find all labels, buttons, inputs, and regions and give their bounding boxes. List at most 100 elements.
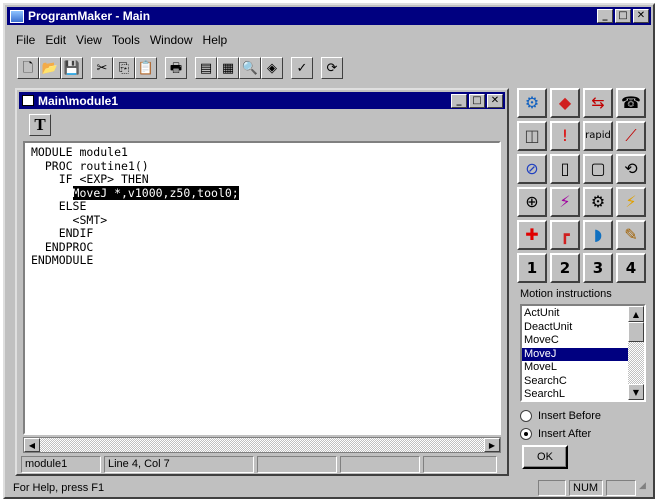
module-close-button[interactable]: ✕ (487, 94, 503, 108)
gear-lightning-icon[interactable]: ⚡ (550, 187, 580, 217)
num-2-icon[interactable]: 2 (550, 253, 580, 283)
open-folder-icon[interactable]: 📂 (39, 57, 61, 79)
module-status-bar: module1 Line 4, Col 7 (21, 456, 501, 473)
scroll-left-arrow-icon[interactable]: ◀ (24, 438, 40, 452)
radio-circle-icon (520, 410, 532, 422)
num-4-icon[interactable]: 4 (616, 253, 646, 283)
instruction-list-item[interactable]: ActUnit (522, 307, 628, 321)
code-line[interactable]: ENDIF (31, 226, 493, 241)
instruction-list-item[interactable]: SearchC (522, 375, 628, 389)
instruction-list-scrollbar[interactable]: ▲ ▼ (628, 306, 644, 400)
find-icon[interactable]: 🔍 (239, 57, 261, 79)
menu-view[interactable]: View (71, 29, 107, 51)
paste-icon[interactable]: 📋 (135, 57, 157, 79)
insert-before-radio[interactable]: Insert Before (520, 410, 601, 422)
document-icon (22, 95, 34, 106)
save-disk-icon[interactable]: 💾 (61, 57, 83, 79)
ok-button[interactable]: OK (522, 445, 568, 469)
insert-after-label: Insert After (538, 428, 592, 440)
spark-icon[interactable]: ⚡ (616, 187, 646, 217)
code-line[interactable]: ENDMODULE (31, 253, 493, 268)
horizontal-scrollbar[interactable]: ◀ ▶ (23, 437, 501, 453)
module-maximize-button[interactable]: □ (469, 94, 485, 108)
arrows-icon[interactable]: ⇆ (583, 88, 613, 118)
radio-selected-icon (520, 428, 532, 440)
gears-icon[interactable]: ⚙ (583, 187, 613, 217)
instruction-group-label: Motion instructions (520, 288, 612, 300)
instruction-list-item[interactable]: SearchL (522, 388, 628, 402)
status-cell-empty-1 (257, 456, 337, 473)
cycle-icon[interactable]: ⟲ (616, 154, 646, 184)
menu-edit[interactable]: Edit (40, 29, 71, 51)
menu-file[interactable]: File (11, 29, 40, 51)
print-icon[interactable]: 🖶 (165, 57, 187, 79)
cube-icon[interactable]: ◈ (261, 57, 283, 79)
refresh-icon[interactable]: ⟳ (321, 57, 343, 79)
graph-icon[interactable]: ⟋ (616, 121, 646, 151)
status-bar: For Help, press F1 NUM ◢ (7, 479, 651, 497)
menu-help[interactable]: Help (198, 29, 233, 51)
status-num: NUM (569, 480, 603, 496)
menu-window[interactable]: Window (145, 29, 198, 51)
instruction-list-item[interactable]: MoveL (522, 361, 628, 375)
insert-after-radio[interactable]: Insert After (520, 428, 591, 440)
maximize-button[interactable]: □ (615, 9, 631, 23)
copy-icon[interactable]: ⎘ (113, 57, 135, 79)
status-message: For Help, press F1 (13, 482, 105, 494)
resize-grip-icon[interactable]: ◢ (639, 481, 651, 495)
module-window: Main\module1 _ □ ✕ T MODULE module1 PROC… (15, 88, 509, 476)
code-line[interactable]: MoveJ *,v1000,z50,tool0; (31, 185, 493, 201)
exclamation-icon[interactable]: ! (550, 121, 580, 151)
layers-icon[interactable]: ◫ (517, 121, 547, 151)
menu-bar: File Edit View Tools Window Help (11, 29, 232, 51)
code-line[interactable]: ELSE (31, 199, 493, 214)
check-icon[interactable]: ✓ (291, 57, 313, 79)
code-editor[interactable]: MODULE module1 PROC routine1() IF <EXP> … (23, 141, 501, 435)
scroll-down-arrow-icon[interactable]: ▼ (628, 384, 644, 400)
shapes-icon[interactable]: ◆ (550, 88, 580, 118)
pencil-icon[interactable]: ✎ (616, 220, 646, 250)
scroll-thumb[interactable] (628, 322, 644, 342)
selected-code-text: MoveJ *,v1000,z50,tool0; (72, 185, 239, 200)
target-icon[interactable]: ⊕ (517, 187, 547, 217)
code-text: <SMT> (72, 212, 108, 227)
instruction-list-item[interactable]: DeactUnit (522, 321, 628, 335)
device-icon[interactable]: ▯ (550, 154, 580, 184)
instruction-list[interactable]: ActUnit DeactUnit MoveC MoveJ MoveL SearchC Se… (520, 304, 646, 402)
num-3-icon[interactable]: 3 (583, 253, 613, 283)
menu-tools[interactable]: Tools (107, 29, 145, 51)
crossed-circle-icon[interactable]: ⊘ (517, 154, 547, 184)
code-line[interactable]: <SMT> (31, 212, 493, 228)
close-button[interactable]: ✕ (633, 9, 649, 23)
new-file-icon[interactable]: 🗋 (17, 57, 39, 79)
title-bar[interactable]: ProgramMaker - Main _ □ ✕ (7, 7, 651, 25)
bracket-icon[interactable]: ▢ (583, 154, 613, 184)
module-minimize-button[interactable]: _ (451, 94, 467, 108)
module-window-title-bar[interactable]: Main\module1 _ □ ✕ (19, 92, 505, 109)
code-line[interactable]: IF <EXP> THEN (31, 172, 493, 187)
instruction-list-item[interactable]: MoveC (522, 334, 628, 348)
app-title: ProgramMaker - Main (28, 9, 151, 23)
add-cross-icon[interactable]: ✚ (517, 220, 547, 250)
phone-icon[interactable]: ☎ (616, 88, 646, 118)
scroll-right-arrow-icon[interactable]: ▶ (484, 438, 500, 452)
drill-icon[interactable]: ◗ (583, 220, 613, 250)
num-1-icon[interactable]: 1 (517, 253, 547, 283)
instruction-list-item[interactable]: MoveJ (522, 347, 628, 361)
code-line[interactable]: MODULE module1 (31, 145, 493, 160)
code-line[interactable]: ENDPROC (31, 240, 493, 255)
text-tool-button[interactable]: T (29, 114, 51, 136)
rapid-icon[interactable]: rapid (583, 121, 613, 151)
app-icon (10, 9, 24, 23)
cut-scissors-icon[interactable]: ✂ (91, 57, 113, 79)
robot-arm-icon[interactable]: ┏ (550, 220, 580, 250)
properties-icon[interactable]: ▤ (195, 57, 217, 79)
main-window: ProgramMaker - Main _ □ ✕ File Edit View… (3, 3, 655, 499)
scroll-up-arrow-icon[interactable]: ▲ (628, 306, 644, 322)
minimize-button[interactable]: _ (597, 9, 613, 23)
code-line[interactable]: PROC routine1() (31, 159, 493, 174)
code-text: ELSE (58, 199, 87, 213)
motion-icon[interactable]: ⚙ (517, 88, 547, 118)
table-icon[interactable]: ▦ (217, 57, 239, 79)
module-name-cell: module1 (21, 456, 101, 473)
